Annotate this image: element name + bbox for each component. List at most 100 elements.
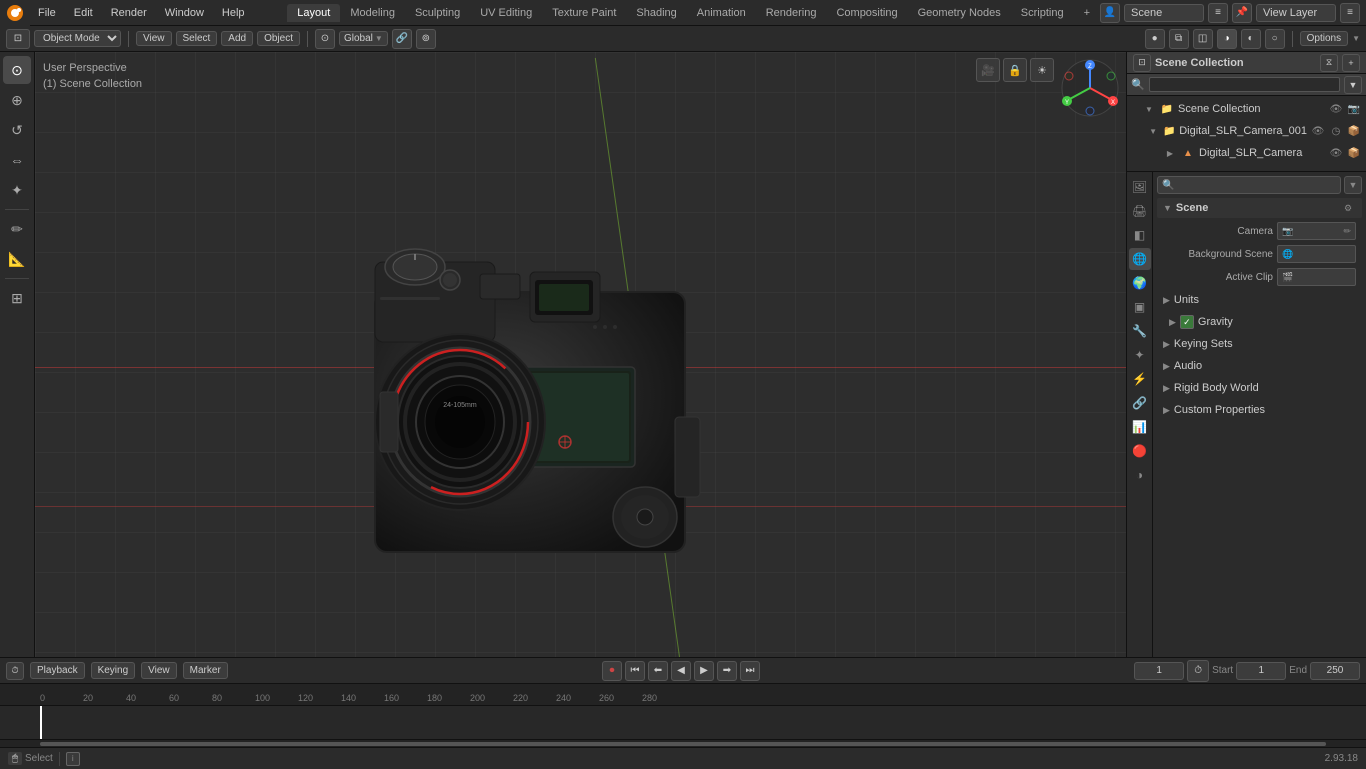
record-btn[interactable]: ⏺ [602, 661, 622, 681]
toolbar-scale[interactable]: ⇔ [3, 146, 31, 174]
end-frame-input[interactable] [1310, 662, 1360, 680]
expand-icon[interactable]: ▼ [1142, 102, 1156, 116]
tab-add[interactable]: + [1074, 4, 1100, 22]
view-menu[interactable]: View [141, 662, 177, 679]
camera-view-btn[interactable]: 🎥 [976, 58, 1000, 82]
viewport-shade-rendered[interactable]: ● [1145, 29, 1165, 49]
menu-help[interactable]: Help [214, 5, 253, 21]
tab-uv-editing[interactable]: UV Editing [470, 4, 542, 22]
prop-physics-icon[interactable]: ⚡ [1129, 368, 1151, 390]
step-fwd-btn[interactable]: ➡ [717, 661, 737, 681]
tab-rendering[interactable]: Rendering [756, 4, 827, 22]
prop-render-icon[interactable]: 🖼 [1129, 176, 1151, 198]
keying-menu[interactable]: Keying [91, 662, 136, 679]
filter-options-icon[interactable]: ▼ [1344, 76, 1362, 94]
xray-icon[interactable]: ◫ [1193, 29, 1213, 49]
viewport-3d[interactable]: 24-105mm [35, 52, 1126, 657]
jump-start-btn[interactable]: ⏮ [625, 661, 645, 681]
shading-rendered[interactable]: ○ [1265, 29, 1285, 49]
toolbar-annotate[interactable]: ✏ [3, 215, 31, 243]
prop-object-icon[interactable]: ▣ [1129, 296, 1151, 318]
account-icon[interactable]: 👤 [1100, 3, 1120, 23]
start-frame-input[interactable] [1236, 662, 1286, 680]
scene-section-options[interactable]: ⚙ [1340, 200, 1356, 216]
expand-icon-2[interactable]: ▼ [1147, 124, 1159, 138]
prop-particles-icon[interactable]: ✦ [1129, 344, 1151, 366]
outliner-item-camera-collection[interactable]: ▼ 📁 Digital_SLR_Camera_001 👁 ◷ 📦 [1127, 120, 1366, 142]
visibility-icon-3[interactable]: 👁 [1328, 145, 1344, 161]
outliner-search-input[interactable] [1149, 77, 1340, 92]
custom-properties-section[interactable]: ▶ Custom Properties [1157, 399, 1362, 421]
rigid-body-world-section[interactable]: ▶ Rigid Body World [1157, 377, 1362, 399]
viewport-icon[interactable]: ◷ [1328, 123, 1344, 139]
toolbar-cursor[interactable]: ⊙ [3, 56, 31, 84]
view-menu[interactable]: View [136, 31, 172, 46]
prop-world-icon[interactable]: 🌍 [1129, 272, 1151, 294]
scene-section-header[interactable]: ▼ Scene ⚙ [1157, 198, 1362, 218]
tab-layout[interactable]: Layout [287, 4, 340, 22]
pin-icon[interactable]: 📌 [1232, 3, 1252, 23]
prop-constraints-icon[interactable]: 🔗 [1129, 392, 1151, 414]
active-clip-field[interactable]: 🎬 [1277, 268, 1356, 286]
properties-search-field[interactable]: 🔍 [1157, 176, 1341, 194]
blender-logo[interactable] [0, 0, 30, 26]
playback-menu[interactable]: Playback [30, 662, 85, 679]
menu-file[interactable]: File [30, 5, 64, 21]
render-icon-2[interactable]: 📦 [1346, 123, 1362, 139]
background-scene-field[interactable]: 🌐 [1277, 245, 1356, 263]
keying-sets-section[interactable]: ▶ Keying Sets [1157, 333, 1362, 355]
prop-output-icon[interactable]: 🖨 [1129, 200, 1151, 222]
play-reverse-btn[interactable]: ◀ [671, 661, 691, 681]
step-back-btn[interactable]: ⬅ [648, 661, 668, 681]
tab-scripting[interactable]: Scripting [1011, 4, 1074, 22]
gravity-checkbox[interactable]: ✓ [1180, 315, 1194, 329]
scene-selector[interactable] [1124, 4, 1204, 22]
tab-compositing[interactable]: Compositing [826, 4, 907, 22]
menu-render[interactable]: Render [103, 5, 155, 21]
prop-material-icon[interactable]: 🔴 [1129, 440, 1151, 462]
properties-filter-icon[interactable]: ▼ [1344, 176, 1362, 194]
editor-type-icon[interactable]: ⊡ [6, 29, 30, 49]
timeline-type-icon[interactable]: ⏱ [6, 662, 24, 680]
pivot-point-icon[interactable]: ⊙ [315, 29, 335, 49]
render-icon-3[interactable]: 📦 [1346, 145, 1362, 161]
audio-section[interactable]: ▶ Audio [1157, 355, 1362, 377]
add-menu[interactable]: Add [221, 31, 253, 46]
options-btn[interactable]: Options [1300, 31, 1348, 46]
object-mode-selector[interactable]: Object Mode [34, 30, 121, 47]
shading-material[interactable]: ◐ [1241, 29, 1261, 49]
tab-geometry-nodes[interactable]: Geometry Nodes [908, 4, 1011, 22]
camera-edit-icon[interactable]: ✏ [1343, 226, 1351, 237]
toolbar-add-cube[interactable]: ⊞ [3, 284, 31, 312]
outliner-filter-icon[interactable]: ⧖ [1320, 54, 1338, 72]
viewport-render-btn[interactable]: ☀ [1030, 58, 1054, 82]
units-section[interactable]: ▶ Units [1157, 289, 1362, 311]
play-btn[interactable]: ▶ [694, 661, 714, 681]
tab-texture-paint[interactable]: Texture Paint [542, 4, 626, 22]
expand-icon-3[interactable]: ▶ [1163, 146, 1177, 160]
transform-orientation[interactable]: Global ▼ [339, 31, 388, 46]
lock-camera-btn[interactable]: 🔒 [1003, 58, 1027, 82]
select-menu[interactable]: Select [176, 31, 218, 46]
snap-icon[interactable]: 🔗 [392, 29, 412, 49]
fps-clock-icon[interactable]: ⏱ [1187, 660, 1209, 682]
prop-shading-icon[interactable]: ◑ [1129, 464, 1151, 486]
toolbar-rotate[interactable]: ↺ [3, 116, 31, 144]
view-layer-selector[interactable] [1256, 4, 1336, 22]
scrollbar-thumb[interactable] [40, 742, 1326, 746]
menu-edit[interactable]: Edit [66, 5, 101, 21]
overlay-icon[interactable]: ⧉ [1169, 29, 1189, 49]
scrollbar-track[interactable] [40, 742, 1326, 746]
viewport-gizmo[interactable]: Z X Y [1060, 58, 1120, 118]
scene-options-icon[interactable]: ≡ [1208, 3, 1228, 23]
toolbar-move[interactable]: ⊕ [3, 86, 31, 114]
object-menu[interactable]: Object [257, 31, 300, 46]
proportional-edit-icon[interactable]: ⊚ [416, 29, 436, 49]
tab-animation[interactable]: Animation [687, 4, 756, 22]
menu-window[interactable]: Window [157, 5, 212, 21]
shading-solid[interactable]: ◑ [1217, 29, 1237, 49]
prop-scene-icon[interactable]: 🌐 [1129, 248, 1151, 270]
camera-value-field[interactable]: 📷 ✏ [1277, 222, 1356, 240]
visibility-icon[interactable]: 👁 [1328, 101, 1344, 117]
outliner-new-icon[interactable]: + [1342, 54, 1360, 72]
